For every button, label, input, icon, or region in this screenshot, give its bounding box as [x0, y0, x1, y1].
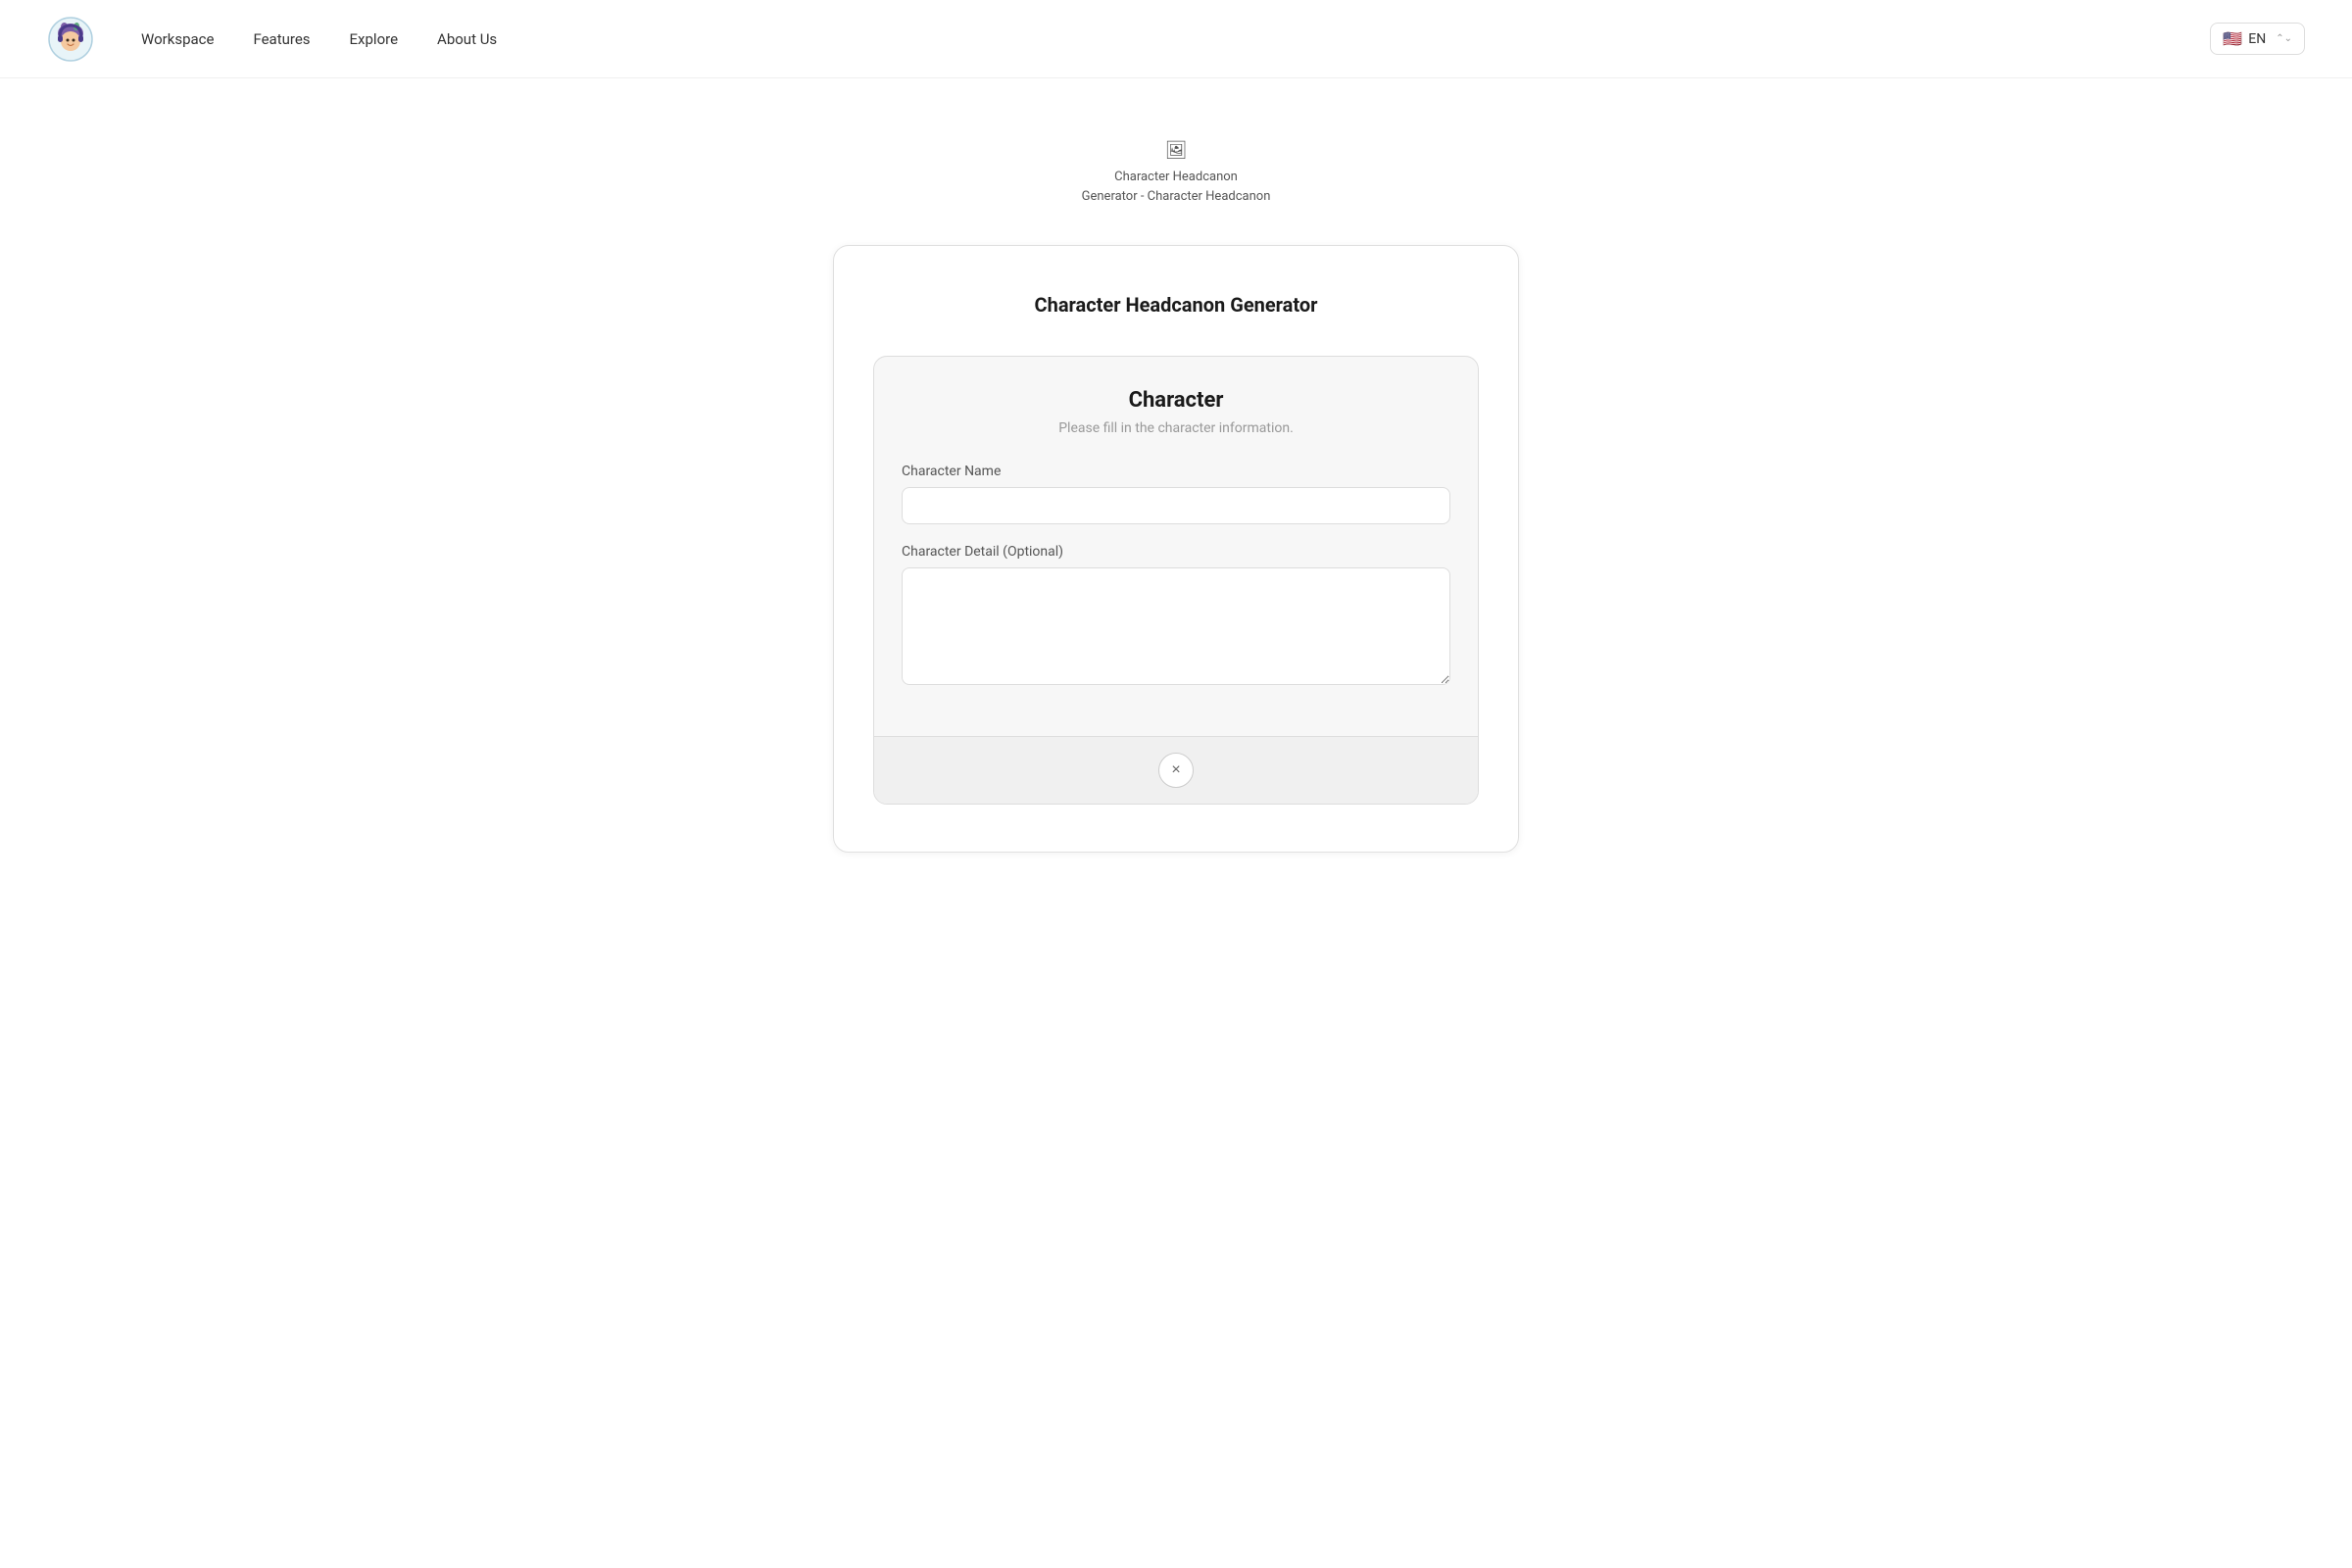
language-selector[interactable]: 🇺🇸 EN ⌃⌄ [2210, 23, 2305, 55]
hero-image-text-line2: Generator - Character Headcanon [1082, 187, 1271, 207]
header: Workspace Features Explore About Us 🇺🇸 E… [0, 0, 2352, 78]
chevron-icon: ⌃⌄ [2276, 33, 2292, 44]
form-card-subtitle: Please fill in the character information… [902, 420, 1450, 436]
character-name-label: Character Name [902, 464, 1450, 479]
form-card: Character Please fill in the character i… [873, 356, 1479, 805]
close-icon: × [1171, 761, 1180, 779]
main-content: 🖼 Character Headcanon Generator - Charac… [0, 78, 2352, 931]
nav: Workspace Features Explore About Us [141, 30, 497, 48]
header-left: Workspace Features Explore About Us [47, 16, 497, 63]
character-name-input[interactable] [902, 487, 1450, 524]
hero-image-container: 🖼 Character Headcanon Generator - Charac… [1082, 137, 1271, 206]
nav-item-workspace[interactable]: Workspace [141, 30, 214, 48]
form-card-footer: × [874, 736, 1478, 804]
form-card-heading: Character [902, 388, 1450, 413]
character-detail-label: Character Detail (Optional) [902, 544, 1450, 560]
hero-image-text-line1: Character Headcanon [1114, 168, 1238, 187]
hero-image-placeholder: 🖼 Character Headcanon Generator - Charac… [1082, 137, 1271, 206]
language-code: EN [2248, 31, 2266, 47]
logo-icon [47, 16, 94, 63]
form-card-header: Character Please fill in the character i… [902, 388, 1450, 436]
main-card: Character Headcanon Generator Character … [833, 245, 1519, 853]
card-title: Character Headcanon Generator [873, 293, 1479, 317]
logo [47, 16, 94, 63]
broken-image-icon: 🖼 [1165, 137, 1188, 164]
flag-icon: 🇺🇸 [2223, 29, 2242, 48]
nav-item-explore[interactable]: Explore [350, 30, 399, 48]
nav-item-features[interactable]: Features [253, 30, 310, 48]
nav-item-about-us[interactable]: About Us [437, 30, 497, 48]
character-detail-group: Character Detail (Optional) [902, 544, 1450, 689]
form-card-body: Character Please fill in the character i… [874, 357, 1478, 736]
character-detail-textarea[interactable] [902, 567, 1450, 685]
close-button[interactable]: × [1158, 753, 1194, 788]
character-name-group: Character Name [902, 464, 1450, 524]
